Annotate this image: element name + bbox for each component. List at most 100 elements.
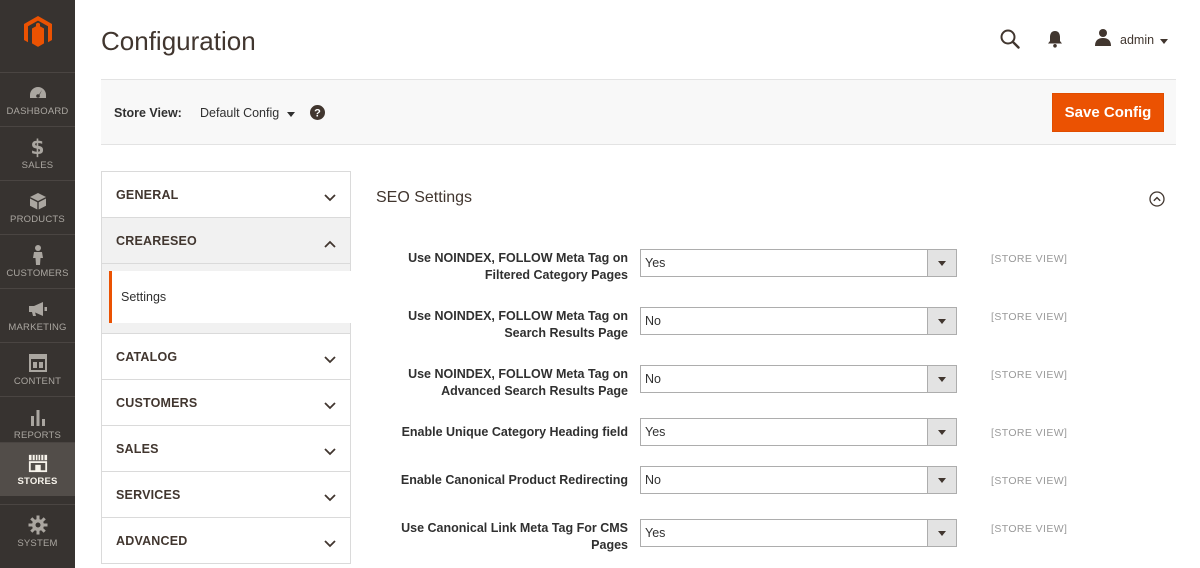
noindex-filtered-category-select[interactable]: Yes	[640, 249, 957, 277]
tab-general[interactable]: GENERAL	[101, 171, 351, 218]
section-title: SEO Settings	[376, 189, 473, 206]
nav-item-system[interactable]: SYSTEM	[0, 504, 75, 558]
tab-customers[interactable]: CUSTOMERS	[101, 379, 351, 426]
nav-item-stores[interactable]: STORES	[0, 442, 75, 496]
canonical-cms-pages-select[interactable]: Yes	[640, 519, 957, 547]
field-label-line: Use NOINDEX, FOLLOW Meta Tag on	[408, 309, 628, 323]
dollar-icon: $	[30, 134, 45, 159]
nav-label: SYSTEM	[17, 537, 58, 549]
nav-label: CONTENT	[13, 375, 62, 387]
tab-label: CATALOG	[116, 349, 178, 364]
nav-label: PRODUCTS	[10, 213, 65, 225]
nav-item-marketing[interactable]: MARKETING	[0, 288, 75, 342]
nav-label: STORES	[17, 475, 58, 487]
magento-logo[interactable]	[0, 0, 75, 64]
scope-label: [STORE VIEW]	[991, 311, 1068, 323]
page-title: Configuration	[101, 26, 256, 56]
tab-label: SERVICES	[116, 487, 181, 502]
chevron-down-icon	[927, 419, 956, 445]
nav-label: MARKETING	[8, 321, 67, 333]
admin-user-menu[interactable]: admin	[1094, 28, 1169, 51]
dashboard-icon	[28, 83, 48, 103]
chevron-up-icon	[324, 235, 336, 253]
select-value: No	[645, 473, 661, 487]
page-actions-toolbar: Store View: Default Config ? Save Config	[101, 79, 1176, 145]
creareseo-subtabs: Settings	[101, 264, 352, 333]
layout-icon	[28, 353, 48, 373]
unique-category-heading-select[interactable]: Yes	[640, 418, 957, 446]
noindex-search-results-select[interactable]: No	[640, 307, 957, 335]
nav-item-products[interactable]: PRODUCTS	[0, 180, 75, 234]
chevron-down-icon	[927, 250, 956, 276]
noindex-advanced-search-select[interactable]: No	[640, 365, 957, 393]
nav-label: DASHBOARD	[6, 105, 69, 117]
chevron-down-icon	[324, 443, 336, 461]
field-label: Use NOINDEX, FOLLOW Meta Tag on Search R…	[388, 308, 628, 341]
nav-label: CUSTOMERS	[6, 267, 69, 279]
chevron-down-icon	[927, 366, 956, 392]
person-icon	[28, 244, 48, 265]
tab-label: CREARESEO	[116, 233, 197, 248]
tab-label: CUSTOMERS	[116, 395, 198, 410]
field-label: Use NOINDEX, FOLLOW Meta Tag on Filtered…	[388, 250, 628, 283]
bar-chart-icon	[28, 407, 48, 427]
tab-advanced[interactable]: ADVANCED	[101, 517, 351, 564]
tab-catalog[interactable]: CATALOG	[101, 333, 351, 380]
field-label-line: Enable Unique Category Heading field	[401, 425, 628, 439]
megaphone-icon	[28, 299, 48, 319]
chevron-down-icon	[324, 535, 336, 553]
canonical-product-redirect-select[interactable]: No	[640, 466, 957, 494]
field-label-line: Enable Canonical Product Redirecting	[400, 473, 628, 487]
field-label-line: Advanced Search Results Page	[441, 383, 628, 398]
field-label: Enable Unique Category Heading field	[388, 424, 628, 441]
chevron-down-icon	[324, 397, 336, 415]
gear-icon	[28, 515, 48, 535]
chevron-down-icon	[324, 189, 336, 207]
field-label-line: Search Results Page	[504, 325, 628, 340]
store-view-label: Store View:	[114, 106, 182, 120]
field-label-line: Use NOINDEX, FOLLOW Meta Tag on	[408, 367, 628, 381]
chevron-down-icon	[287, 106, 296, 120]
chevron-down-icon	[927, 467, 956, 493]
field-label-line: Use Canonical Link Meta Tag For CMS	[401, 521, 628, 535]
select-value: Yes	[645, 425, 666, 439]
nav-item-content[interactable]: CONTENT	[0, 342, 75, 396]
scope-label: [STORE VIEW]	[991, 475, 1068, 487]
tab-services[interactable]: SERVICES	[101, 471, 351, 518]
search-icon[interactable]	[1000, 29, 1020, 54]
help-icon[interactable]: ?	[310, 105, 325, 125]
tab-label: GENERAL	[116, 187, 179, 202]
chevron-down-icon	[324, 351, 336, 369]
user-icon	[1094, 28, 1112, 51]
field-label-line: Use NOINDEX, FOLLOW Meta Tag on	[408, 251, 628, 265]
magento-logo-icon	[23, 16, 52, 47]
scope-label: [STORE VIEW]	[991, 369, 1068, 381]
tab-sales[interactable]: SALES	[101, 425, 351, 472]
save-config-button[interactable]: Save Config	[1052, 93, 1164, 132]
scope-label: [STORE VIEW]	[991, 253, 1068, 265]
admin-sidebar: DASHBOARD $ SALES PRODUCTS CUSTOMERS MAR…	[0, 0, 75, 568]
nav-item-sales[interactable]: $ SALES	[0, 126, 75, 180]
nav-item-dashboard[interactable]: DASHBOARD	[0, 72, 75, 126]
select-value: Yes	[645, 526, 666, 540]
subtab-settings[interactable]: Settings	[109, 271, 352, 323]
tab-label: SALES	[116, 441, 159, 456]
store-view-switcher[interactable]: Default Config	[200, 106, 296, 120]
collapse-section-icon[interactable]	[1149, 191, 1165, 212]
select-value: No	[645, 314, 661, 328]
field-label: Use Canonical Link Meta Tag For CMS Page…	[388, 520, 628, 553]
scope-label: [STORE VIEW]	[991, 523, 1068, 535]
field-label-line: Filtered Category Pages	[484, 267, 628, 282]
bell-icon[interactable]	[1047, 30, 1063, 53]
field-label: Enable Canonical Product Redirecting	[388, 472, 628, 489]
field-label-line: Pages	[591, 537, 628, 552]
admin-username: admin	[1120, 32, 1155, 47]
tab-creareseo[interactable]: CREARESEO	[101, 217, 351, 264]
chevron-down-icon	[324, 489, 336, 507]
nav-label: SALES	[21, 159, 54, 171]
nav-label: REPORTS	[13, 429, 62, 441]
chevron-down-icon	[1160, 31, 1169, 49]
scope-label: [STORE VIEW]	[991, 427, 1068, 439]
tab-label: ADVANCED	[116, 533, 188, 548]
nav-item-customers[interactable]: CUSTOMERS	[0, 234, 75, 288]
